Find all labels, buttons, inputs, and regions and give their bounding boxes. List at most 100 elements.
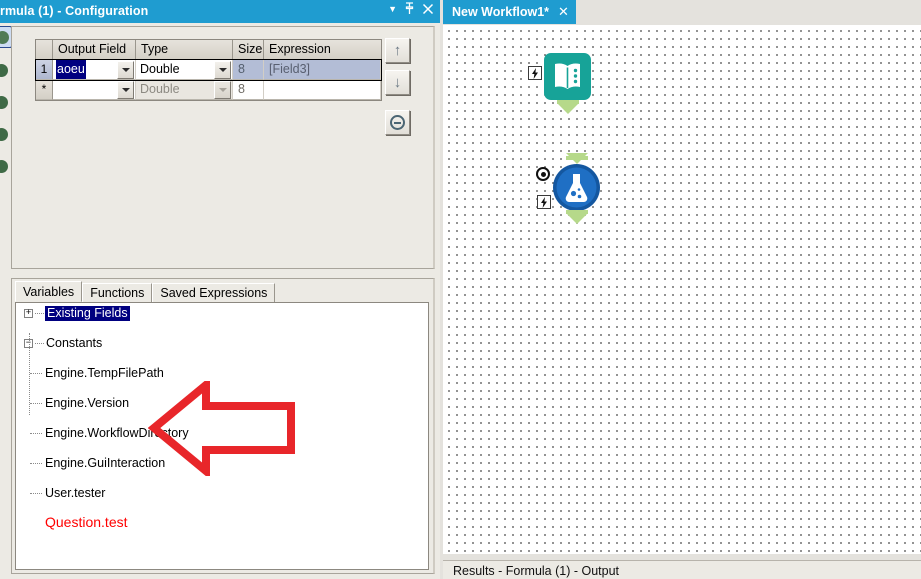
grid-corner-cell bbox=[36, 40, 53, 60]
size-value: 8 bbox=[238, 82, 245, 96]
chevron-down-icon bbox=[121, 67, 130, 72]
refresh-icon bbox=[0, 96, 8, 109]
input-data-tool[interactable] bbox=[528, 53, 591, 114]
output-field-combo[interactable]: aoeu bbox=[53, 60, 135, 79]
workflow-tab-label: New Workflow1* bbox=[452, 5, 550, 19]
tree-item-label: Question.test bbox=[45, 514, 128, 530]
size-cell: 8 bbox=[233, 80, 264, 100]
output-field-input[interactable]: aoeu bbox=[56, 60, 86, 79]
type-combo[interactable]: Double bbox=[136, 60, 232, 79]
expression-cell[interactable] bbox=[264, 80, 381, 100]
lightning-icon[interactable] bbox=[528, 66, 542, 80]
tree-connector bbox=[30, 373, 42, 374]
row-index-cell[interactable]: * bbox=[36, 80, 53, 100]
tree-connector bbox=[35, 343, 44, 344]
output-field-combo[interactable] bbox=[53, 80, 135, 99]
tree-item-question-test[interactable]: Question.test bbox=[16, 514, 428, 534]
type-cell[interactable]: Double bbox=[136, 60, 233, 80]
gear-icon bbox=[0, 31, 9, 44]
type-dropdown-button[interactable] bbox=[214, 60, 231, 79]
arrow-down-icon: ↓ bbox=[393, 74, 402, 91]
column-header-expression[interactable]: Expression bbox=[264, 40, 381, 60]
tree-item-existing-fields[interactable]: + Existing Fields bbox=[16, 306, 428, 321]
workflow-tabstrip: New Workflow1* ✕ bbox=[440, 0, 921, 24]
annotation-arrow-icon bbox=[148, 381, 295, 476]
size-value: 8 bbox=[238, 62, 245, 76]
type-cell: Double bbox=[136, 80, 233, 100]
input-connector[interactable] bbox=[566, 153, 588, 164]
close-icon[interactable]: ✕ bbox=[558, 4, 569, 20]
type-dropdown-button bbox=[214, 80, 231, 99]
output-field-dropdown-button[interactable] bbox=[117, 60, 134, 79]
type-value: Double bbox=[140, 82, 180, 96]
type-value[interactable]: Double bbox=[136, 60, 214, 79]
bulb-icon bbox=[0, 160, 8, 173]
close-icon[interactable] bbox=[422, 3, 434, 17]
marker-icon bbox=[0, 128, 8, 141]
column-header-size[interactable]: Size bbox=[233, 40, 264, 60]
chevron-down-icon[interactable]: ▼ bbox=[388, 5, 397, 14]
tree-item-label: User.tester bbox=[45, 486, 106, 500]
titlebar-button-group: ▼ bbox=[388, 2, 434, 17]
output-field-cell[interactable]: aoeu bbox=[53, 60, 136, 80]
application-window: rmula (1) - Configuration ▼ Output Field… bbox=[0, 0, 921, 579]
tree-item-label: Engine.Version bbox=[45, 396, 130, 410]
tree-connector bbox=[30, 403, 42, 404]
tree-connector bbox=[35, 313, 44, 314]
list-item[interactable]: User.tester bbox=[16, 486, 428, 501]
chevron-down-icon bbox=[121, 87, 130, 92]
pin-icon[interactable] bbox=[404, 2, 415, 17]
magnifier-icon[interactable] bbox=[536, 167, 550, 181]
flask-icon bbox=[553, 164, 600, 211]
configuration-panel: rmula (1) - Configuration ▼ Output Field… bbox=[0, 0, 440, 579]
minus-circle-icon bbox=[390, 115, 405, 130]
page-title: rmula (1) - Configuration bbox=[0, 4, 149, 18]
type-combo: Double bbox=[136, 80, 232, 99]
expression-cell[interactable]: [Field3] bbox=[264, 60, 381, 80]
tree-item-constants[interactable]: − Constants bbox=[16, 336, 428, 351]
tree-connector bbox=[30, 493, 42, 494]
configuration-titlebar: rmula (1) - Configuration ▼ bbox=[0, 0, 440, 23]
output-field-cell[interactable] bbox=[53, 80, 136, 100]
column-header-output-field[interactable]: Output Field bbox=[53, 40, 136, 60]
move-down-button[interactable]: ↓ bbox=[385, 70, 410, 95]
workflow-panel: New Workflow1* ✕ Results - Formula (1) -… bbox=[440, 0, 921, 579]
tab-saved-expressions[interactable]: Saved Expressions bbox=[152, 283, 276, 302]
lightning-glyph bbox=[532, 67, 538, 79]
column-header-type[interactable]: Type bbox=[136, 40, 233, 60]
move-up-button[interactable]: ↑ bbox=[385, 38, 410, 63]
book-icon bbox=[544, 53, 591, 100]
row-index-cell[interactable]: 1 bbox=[36, 60, 53, 80]
tree-item-label: Engine.TempFilePath bbox=[45, 366, 164, 380]
configuration-body: Output Field Type Size Expression 1 aoeu bbox=[11, 26, 435, 269]
tab-new-workflow1[interactable]: New Workflow1* ✕ bbox=[443, 0, 576, 24]
tree-connector bbox=[30, 433, 42, 434]
variables-tabstrip: Variables Functions Saved Expressions bbox=[15, 281, 276, 302]
tab-variables[interactable]: Variables bbox=[15, 281, 83, 302]
arrow-up-icon: ↑ bbox=[393, 42, 402, 59]
formula-grid: Output Field Type Size Expression 1 aoeu bbox=[35, 39, 382, 101]
list-item[interactable]: Engine.TempFilePath bbox=[16, 366, 428, 381]
grid-header-row: Output Field Type Size Expression bbox=[36, 40, 381, 60]
lightning-icon[interactable] bbox=[537, 195, 551, 209]
workflow-canvas[interactable] bbox=[443, 25, 921, 554]
table-row[interactable]: * Double 8 bbox=[36, 80, 381, 100]
close-glyph bbox=[422, 3, 434, 14]
expression-value: [Field3] bbox=[269, 62, 310, 76]
size-cell[interactable]: 8 bbox=[233, 60, 264, 80]
tab-functions[interactable]: Functions bbox=[82, 283, 153, 302]
output-connector[interactable] bbox=[566, 213, 588, 224]
output-field-dropdown-button[interactable] bbox=[117, 80, 134, 99]
play-icon bbox=[0, 64, 8, 77]
formula-tool[interactable] bbox=[536, 153, 600, 224]
output-connector[interactable] bbox=[557, 103, 579, 114]
pin-glyph bbox=[405, 2, 414, 14]
results-bar[interactable]: Results - Formula (1) - Output bbox=[443, 560, 921, 579]
lightning-glyph bbox=[541, 196, 547, 208]
tree-item-label: Constants bbox=[46, 336, 103, 350]
chevron-down-icon bbox=[218, 87, 227, 92]
table-row[interactable]: 1 aoeu Double 8 [Field3] bbox=[35, 59, 382, 81]
chevron-down-icon bbox=[218, 67, 227, 72]
expand-plus-icon[interactable]: + bbox=[24, 309, 33, 318]
delete-row-button[interactable] bbox=[385, 110, 410, 135]
